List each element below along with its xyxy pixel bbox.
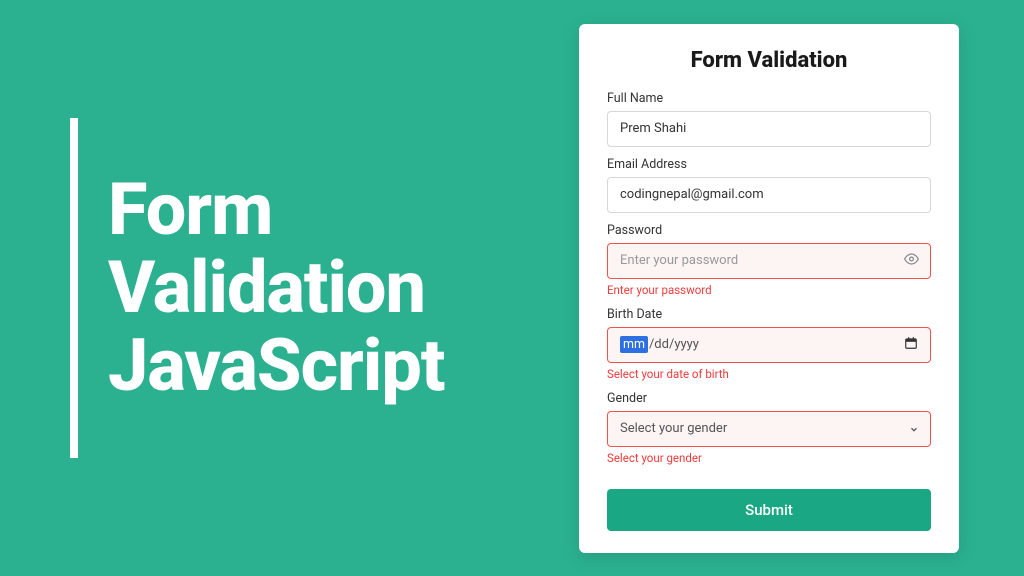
fullname-input[interactable] bbox=[607, 111, 931, 147]
hero-line-3: JavaScript bbox=[108, 327, 444, 405]
hero-line-1: Form bbox=[108, 171, 444, 249]
email-input[interactable] bbox=[607, 177, 931, 213]
gender-error: Select your gender bbox=[607, 451, 931, 465]
birthdate-group: Birth Date mm /dd/yyyy Select your date … bbox=[607, 307, 931, 381]
birthdate-input[interactable]: mm /dd/yyyy bbox=[607, 327, 931, 363]
calendar-icon[interactable] bbox=[904, 336, 918, 354]
gender-select[interactable]: Select your gender bbox=[607, 411, 931, 447]
password-input[interactable] bbox=[607, 243, 931, 279]
password-error: Enter your password bbox=[607, 283, 931, 297]
fullname-label: Full Name bbox=[607, 91, 931, 106]
submit-button[interactable]: Submit bbox=[607, 489, 931, 531]
form-card: Form Validation Full Name Email Address … bbox=[579, 24, 959, 553]
gender-label: Gender bbox=[607, 391, 931, 406]
eye-icon[interactable] bbox=[904, 251, 919, 270]
password-group: Password Enter your password bbox=[607, 223, 931, 297]
fullname-group: Full Name bbox=[607, 91, 931, 147]
accent-bar bbox=[70, 118, 78, 458]
gender-group: Gender Select your gender Select your ge… bbox=[607, 391, 931, 465]
email-label: Email Address bbox=[607, 157, 931, 172]
hero-line-2: Validation bbox=[108, 249, 444, 327]
hero-panel: Form Validation JavaScript bbox=[0, 118, 579, 458]
birthdate-error: Select your date of birth bbox=[607, 367, 931, 381]
password-label: Password bbox=[607, 223, 931, 238]
hero-text: Form Validation JavaScript bbox=[108, 171, 444, 404]
date-mm-segment: mm bbox=[620, 336, 648, 353]
birthdate-label: Birth Date bbox=[607, 307, 931, 322]
email-group: Email Address bbox=[607, 157, 931, 213]
date-rest-segment: /dd/yyyy bbox=[649, 337, 699, 352]
form-title: Form Validation bbox=[607, 48, 931, 73]
